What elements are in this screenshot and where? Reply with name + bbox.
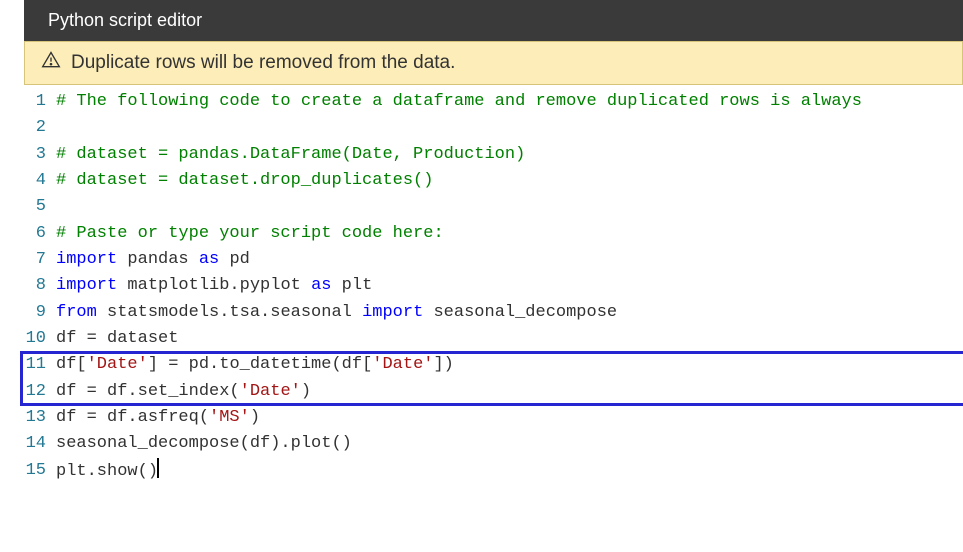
code-line[interactable]: 5 (20, 194, 963, 220)
editor-title: Python script editor (48, 10, 202, 30)
line-number: 6 (20, 221, 56, 247)
code-line[interactable]: 13df = df.asfreq('MS') (20, 405, 963, 431)
code-content[interactable]: df = df.asfreq('MS') (56, 405, 963, 431)
line-number: 12 (20, 379, 56, 405)
code-content[interactable]: # Paste or type your script code here: (56, 221, 963, 247)
line-number: 4 (20, 168, 56, 194)
line-number: 5 (20, 194, 56, 220)
line-number: 13 (20, 405, 56, 431)
code-content[interactable]: df['Date'] = pd.to_datetime(df['Date']) (56, 352, 963, 378)
warning-icon (41, 50, 61, 76)
code-line[interactable]: 8import matplotlib.pyplot as plt (20, 273, 963, 299)
code-line[interactable]: 4# dataset = dataset.drop_duplicates() (20, 168, 963, 194)
line-number: 7 (20, 247, 56, 273)
code-content[interactable]: # dataset = pandas.DataFrame(Date, Produ… (56, 142, 963, 168)
code-content[interactable]: df = df.set_index('Date') (56, 379, 963, 405)
code-content[interactable]: # The following code to create a datafra… (56, 89, 963, 115)
code-line[interactable]: 11df['Date'] = pd.to_datetime(df['Date']… (20, 352, 963, 378)
line-number: 9 (20, 300, 56, 326)
line-number: 14 (20, 431, 56, 457)
code-line[interactable]: 3# dataset = pandas.DataFrame(Date, Prod… (20, 142, 963, 168)
code-content[interactable]: seasonal_decompose(df).plot() (56, 431, 963, 457)
text-cursor (157, 458, 159, 478)
code-line[interactable]: 1# The following code to create a datafr… (20, 89, 963, 115)
line-number: 1 (20, 89, 56, 115)
warning-text: Duplicate rows will be removed from the … (71, 52, 455, 74)
code-content[interactable]: from statsmodels.tsa.seasonal import sea… (56, 300, 963, 326)
code-content[interactable]: # dataset = dataset.drop_duplicates() (56, 168, 963, 194)
line-number: 11 (20, 352, 56, 378)
code-content[interactable]: import pandas as pd (56, 247, 963, 273)
code-line[interactable]: 2 (20, 115, 963, 141)
line-number: 2 (20, 115, 56, 141)
code-line[interactable]: 10df = dataset (20, 326, 963, 352)
code-line[interactable]: 12df = df.set_index('Date') (20, 379, 963, 405)
app-root: Python script editor Duplicate rows will… (0, 0, 963, 552)
code-content[interactable]: df = dataset (56, 326, 963, 352)
code-content[interactable]: plt.show() (56, 458, 963, 485)
line-number: 8 (20, 273, 56, 299)
code-line[interactable]: 6# Paste or type your script code here: (20, 221, 963, 247)
line-number: 10 (20, 326, 56, 352)
code-editor[interactable]: 1# The following code to create a datafr… (20, 85, 963, 485)
code-line[interactable]: 9from statsmodels.tsa.seasonal import se… (20, 300, 963, 326)
line-number: 3 (20, 142, 56, 168)
code-line[interactable]: 7import pandas as pd (20, 247, 963, 273)
code-line[interactable]: 14seasonal_decompose(df).plot() (20, 431, 963, 457)
editor-header: Python script editor (24, 0, 963, 41)
code-line[interactable]: 15plt.show() (20, 458, 963, 485)
code-content[interactable]: import matplotlib.pyplot as plt (56, 273, 963, 299)
warning-bar: Duplicate rows will be removed from the … (24, 41, 963, 85)
line-number: 15 (20, 458, 56, 484)
